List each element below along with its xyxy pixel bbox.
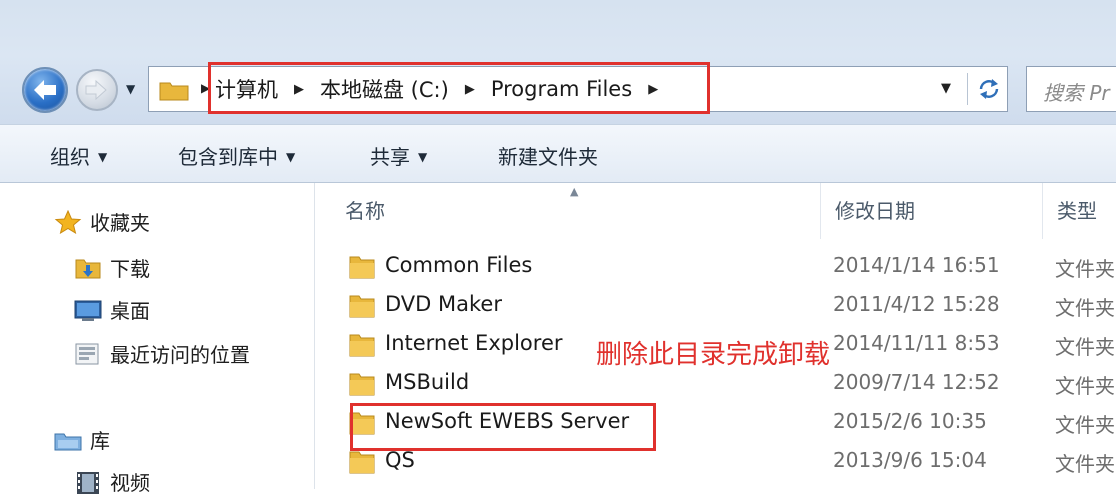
nav-downloads-label: 下载: [110, 257, 150, 281]
nav-videos[interactable]: 视频: [74, 467, 150, 496]
breadcrumb-arrow-icon[interactable]: ▶: [201, 81, 210, 95]
file-row[interactable]: Common Files 2014/1/14 16:51 文件夹: [315, 247, 1116, 285]
nav-libraries-label: 库: [90, 429, 110, 453]
file-name: NewSoft EWEBS Server: [385, 409, 630, 433]
organize-label: 组织: [50, 145, 90, 169]
nav-videos-label: 视频: [110, 471, 150, 495]
forward-arrow-icon: [85, 79, 107, 101]
folder-icon: [349, 334, 375, 357]
new-folder-button[interactable]: 新建文件夹: [498, 141, 598, 170]
column-name-label: 名称: [345, 199, 385, 223]
breadcrumb-arrow-icon[interactable]: ▶: [453, 82, 487, 97]
file-date: 2011/4/12 15:28: [833, 292, 1000, 316]
chevron-down-icon: ▼: [98, 150, 108, 164]
folder-icon: [159, 82, 189, 101]
recent-places-icon: [75, 343, 99, 364]
back-arrow-icon: [34, 80, 56, 100]
file-name: MSBuild: [385, 370, 470, 394]
chevron-down-icon: ▼: [418, 150, 428, 164]
search-box[interactable]: 搜索 Pr: [1026, 66, 1116, 112]
column-header-type[interactable]: 类型: [1043, 183, 1116, 239]
file-type: 文件夹: [1055, 374, 1115, 398]
file-name: Common Files: [385, 253, 533, 277]
annotation-text: 删除此目录完成卸载: [596, 340, 831, 370]
share-button[interactable]: 共享 ▼: [370, 141, 427, 170]
file-date: 2015/2/6 10:35: [833, 409, 987, 433]
file-date: 2014/11/11 8:53: [833, 331, 1000, 355]
nav-favorites[interactable]: 收藏夹: [54, 207, 150, 236]
breadcrumb-program-files[interactable]: Program Files: [487, 77, 636, 101]
breadcrumb: 计算机 ▶ 本地磁盘 (C:) ▶ Program Files ▶: [211, 67, 670, 111]
refresh-icon[interactable]: [975, 76, 1003, 102]
file-name: QS: [385, 448, 415, 472]
include-in-library-label: 包含到库中: [178, 145, 278, 169]
history-dropdown-icon[interactable]: ▼: [126, 82, 135, 96]
address-dropdown-icon[interactable]: ▼: [941, 81, 951, 96]
address-divider: [967, 73, 968, 105]
nav-libraries[interactable]: 库: [54, 425, 110, 454]
command-bar: 组织 ▼ 包含到库中 ▼ 共享 ▼ 新建文件夹: [0, 124, 1116, 183]
file-name: Internet Explorer: [385, 331, 563, 355]
organize-button[interactable]: 组织 ▼: [50, 141, 107, 170]
folder-icon: [349, 451, 375, 474]
file-type: 文件夹: [1055, 335, 1115, 359]
breadcrumb-arrow-icon[interactable]: ▶: [282, 82, 316, 97]
file-date: 2014/1/14 16:51: [833, 253, 1000, 277]
file-type: 文件夹: [1055, 296, 1115, 320]
chevron-down-icon: ▼: [286, 150, 296, 164]
file-row[interactable]: DVD Maker 2011/4/12 15:28 文件夹: [315, 286, 1116, 324]
column-date-label: 修改日期: [835, 199, 915, 223]
include-in-library-button[interactable]: 包含到库中 ▼: [178, 141, 295, 170]
library-icon: [54, 433, 82, 450]
star-icon: [54, 209, 82, 234]
nav-downloads[interactable]: 下载: [74, 253, 150, 282]
nav-recent-places-label: 最近访问的位置: [110, 343, 250, 367]
file-type: 文件夹: [1055, 257, 1115, 281]
file-date: 2013/9/6 15:04: [833, 448, 987, 472]
file-type: 文件夹: [1055, 413, 1115, 437]
forward-button[interactable]: [76, 69, 118, 111]
downloads-folder-icon: [75, 259, 101, 278]
file-name: DVD Maker: [385, 292, 502, 316]
folder-icon: [349, 373, 375, 396]
navigation-pane: 收藏夹 下载 桌面 最近访问的位置 库 视频: [0, 183, 315, 495]
film-icon: [77, 471, 99, 494]
nav-recent-places[interactable]: 最近访问的位置: [74, 339, 250, 368]
breadcrumb-computer[interactable]: 计算机: [211, 74, 282, 104]
file-type: 文件夹: [1055, 452, 1115, 476]
file-date: 2009/7/14 12:52: [833, 370, 1000, 394]
folder-icon: [349, 295, 375, 318]
breadcrumb-local-disk[interactable]: 本地磁盘 (C:): [316, 74, 453, 104]
file-row[interactable]: QS 2013/9/6 15:04 文件夹: [315, 442, 1116, 480]
file-row[interactable]: NewSoft EWEBS Server 2015/2/6 10:35 文件夹: [315, 403, 1116, 441]
address-bar[interactable]: ▶ 计算机 ▶ 本地磁盘 (C:) ▶ Program Files ▶ ▼: [148, 66, 1008, 112]
nav-favorites-label: 收藏夹: [90, 211, 150, 235]
nav-desktop-label: 桌面: [110, 299, 150, 323]
column-type-label: 类型: [1057, 199, 1097, 223]
back-button[interactable]: [22, 67, 68, 113]
new-folder-label: 新建文件夹: [498, 145, 598, 169]
folder-icon: [349, 412, 375, 435]
desktop-icon: [74, 300, 102, 321]
nav-desktop[interactable]: 桌面: [74, 295, 150, 324]
breadcrumb-arrow-icon[interactable]: ▶: [636, 82, 670, 97]
share-label: 共享: [370, 145, 410, 169]
column-header-date[interactable]: 修改日期: [821, 183, 1043, 239]
search-placeholder: 搜索 Pr: [1043, 81, 1110, 105]
sort-ascending-icon: ▲: [570, 185, 579, 198]
folder-icon: [349, 256, 375, 279]
